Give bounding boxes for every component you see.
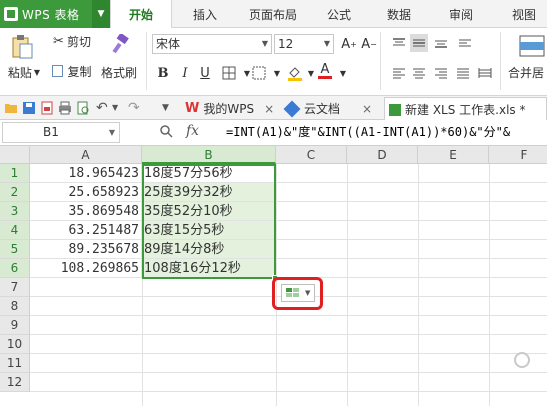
align-left-top-icon[interactable]: [456, 34, 474, 52]
tab-insert[interactable]: 插入: [180, 0, 230, 28]
name-box[interactable]: B1 ▼: [2, 122, 120, 143]
format-painter-icon[interactable]: [102, 32, 140, 58]
undo-icon[interactable]: ↶: [96, 101, 110, 115]
chevron-down-icon[interactable]: ▼: [112, 101, 126, 115]
export-pdf-icon[interactable]: [40, 101, 54, 115]
row-header[interactable]: 4: [0, 221, 30, 240]
menu-bar: WPS 表格 ▼ 开始 插入 页面布局 公式 数据 审阅 视图: [0, 0, 547, 29]
row-header[interactable]: 9: [0, 316, 30, 335]
borders-icon[interactable]: [220, 64, 238, 82]
row-header[interactable]: 2: [0, 183, 30, 202]
spreadsheet-grid[interactable]: A B C D E F 1 2 3 4 5 6 7 8 9 10 11 12 1…: [0, 146, 547, 406]
bold-button[interactable]: B: [154, 64, 172, 82]
column-header-a[interactable]: A: [30, 146, 142, 164]
tab-formulas[interactable]: 公式: [318, 0, 360, 28]
wps-logo-icon: [4, 7, 18, 21]
row-header[interactable]: 1: [0, 164, 30, 183]
row-header[interactable]: 6: [0, 259, 30, 278]
cell-style-icon[interactable]: [250, 64, 268, 82]
chevron-down-icon[interactable]: ▼: [92, 0, 110, 28]
distributed-align-icon[interactable]: [476, 64, 494, 82]
ribbon-divider: [380, 32, 381, 90]
italic-button[interactable]: I: [176, 64, 194, 82]
row-header[interactable]: 3: [0, 202, 30, 221]
tab-review[interactable]: 审阅: [440, 0, 482, 28]
wps-app-menu-button[interactable]: WPS 表格 ▼: [0, 0, 110, 28]
row-header[interactable]: 10: [0, 335, 30, 354]
formula-bar: B1 ▼ fx =INT(A1)&"度"&INT((A1-INT(A1))*60)…: [0, 120, 547, 146]
select-all-corner[interactable]: [0, 146, 30, 164]
row-header[interactable]: 8: [0, 297, 30, 316]
app-title: WPS 表格: [22, 7, 80, 22]
redo-icon[interactable]: ↷: [128, 101, 142, 115]
insert-function-button[interactable]: fx: [186, 123, 199, 139]
paste-icon[interactable]: [4, 32, 40, 62]
justify-icon[interactable]: [454, 64, 472, 82]
cloud-doc-icon: [283, 100, 301, 117]
spreadsheet-icon: [389, 103, 401, 116]
print-preview-icon[interactable]: [76, 101, 90, 115]
row-header[interactable]: 11: [0, 354, 30, 373]
chevron-down-icon[interactable]: ▼: [268, 64, 286, 82]
paste-button[interactable]: 粘贴 ▼: [2, 64, 46, 80]
grow-font-button[interactable]: A +: [340, 35, 358, 53]
ribbon-divider: [500, 32, 501, 90]
doc-tab-cloud[interactable]: 云文档 ×: [283, 97, 381, 120]
ribbon-divider: [146, 32, 147, 90]
annotation-highlight-box: [272, 277, 323, 310]
document-tabs-bar: ↶ ▼ ↷ ▼ W 我的WPS × 云文档 × 新建 XLS 工作表.xls *: [0, 96, 547, 121]
open-folder-icon[interactable]: [4, 101, 18, 115]
format-painter-button[interactable]: 格式刷: [98, 64, 140, 80]
font-color-button[interactable]: A: [316, 62, 334, 80]
close-icon[interactable]: ×: [264, 102, 274, 116]
column-header-f[interactable]: F: [489, 146, 547, 164]
ribbon-home: 粘贴 ▼ ✂ 剪切 复制 格式刷 宋体 ▼ 12 ▼ A + A − B I U ▼ ▼ …: [0, 28, 547, 96]
copy-button[interactable]: 复制: [48, 62, 96, 80]
doc-tab-active-workbook[interactable]: 新建 XLS 工作表.xls *: [384, 97, 547, 121]
align-middle-icon[interactable]: [410, 34, 428, 52]
tab-data[interactable]: 数据: [378, 0, 420, 28]
tab-page-layout[interactable]: 页面布局: [238, 0, 308, 28]
chevron-down-icon[interactable]: ▼: [334, 64, 352, 82]
column-header-d[interactable]: D: [347, 146, 418, 164]
align-bottom-icon[interactable]: [432, 34, 450, 52]
merge-cells-icon[interactable]: [516, 32, 547, 60]
watermark-logo: [514, 352, 533, 368]
search-function-icon[interactable]: [160, 125, 173, 142]
formula-input[interactable]: =INT(A1)&"度"&INT((A1-INT(A1))*60)&"分"&: [226, 122, 547, 143]
shrink-font-button[interactable]: A −: [360, 35, 378, 53]
wps-icon: W: [185, 101, 200, 116]
customize-toolbar-icon[interactable]: ▼: [162, 101, 176, 115]
align-top-icon[interactable]: [390, 34, 408, 52]
print-icon[interactable]: [58, 101, 72, 115]
align-center-icon[interactable]: [410, 64, 428, 82]
copy-icon: [52, 65, 64, 77]
row-header[interactable]: 5: [0, 240, 30, 259]
align-left-icon[interactable]: [390, 64, 408, 82]
close-icon[interactable]: ×: [362, 102, 372, 116]
column-header-b[interactable]: B: [142, 146, 276, 164]
font-name-select[interactable]: 宋体 ▼: [152, 34, 272, 54]
doc-tab-my-wps[interactable]: W 我的WPS ×: [185, 97, 280, 120]
font-size-select[interactable]: 12 ▼: [274, 34, 334, 54]
tab-home[interactable]: 开始: [110, 0, 172, 29]
column-header-e[interactable]: E: [418, 146, 489, 164]
row-header[interactable]: 7: [0, 278, 30, 297]
align-right-icon[interactable]: [432, 64, 450, 82]
watermark-icon: [514, 352, 530, 368]
row-header[interactable]: 12: [0, 373, 30, 392]
tab-view[interactable]: 视图: [503, 0, 545, 28]
underline-button[interactable]: U: [196, 64, 214, 82]
cut-button[interactable]: ✂ 剪切: [48, 32, 96, 50]
save-icon[interactable]: [22, 101, 36, 115]
scissors-icon: ✂: [53, 33, 64, 49]
column-header-c[interactable]: C: [276, 146, 347, 164]
merge-center-button[interactable]: 合并居: [508, 64, 547, 80]
